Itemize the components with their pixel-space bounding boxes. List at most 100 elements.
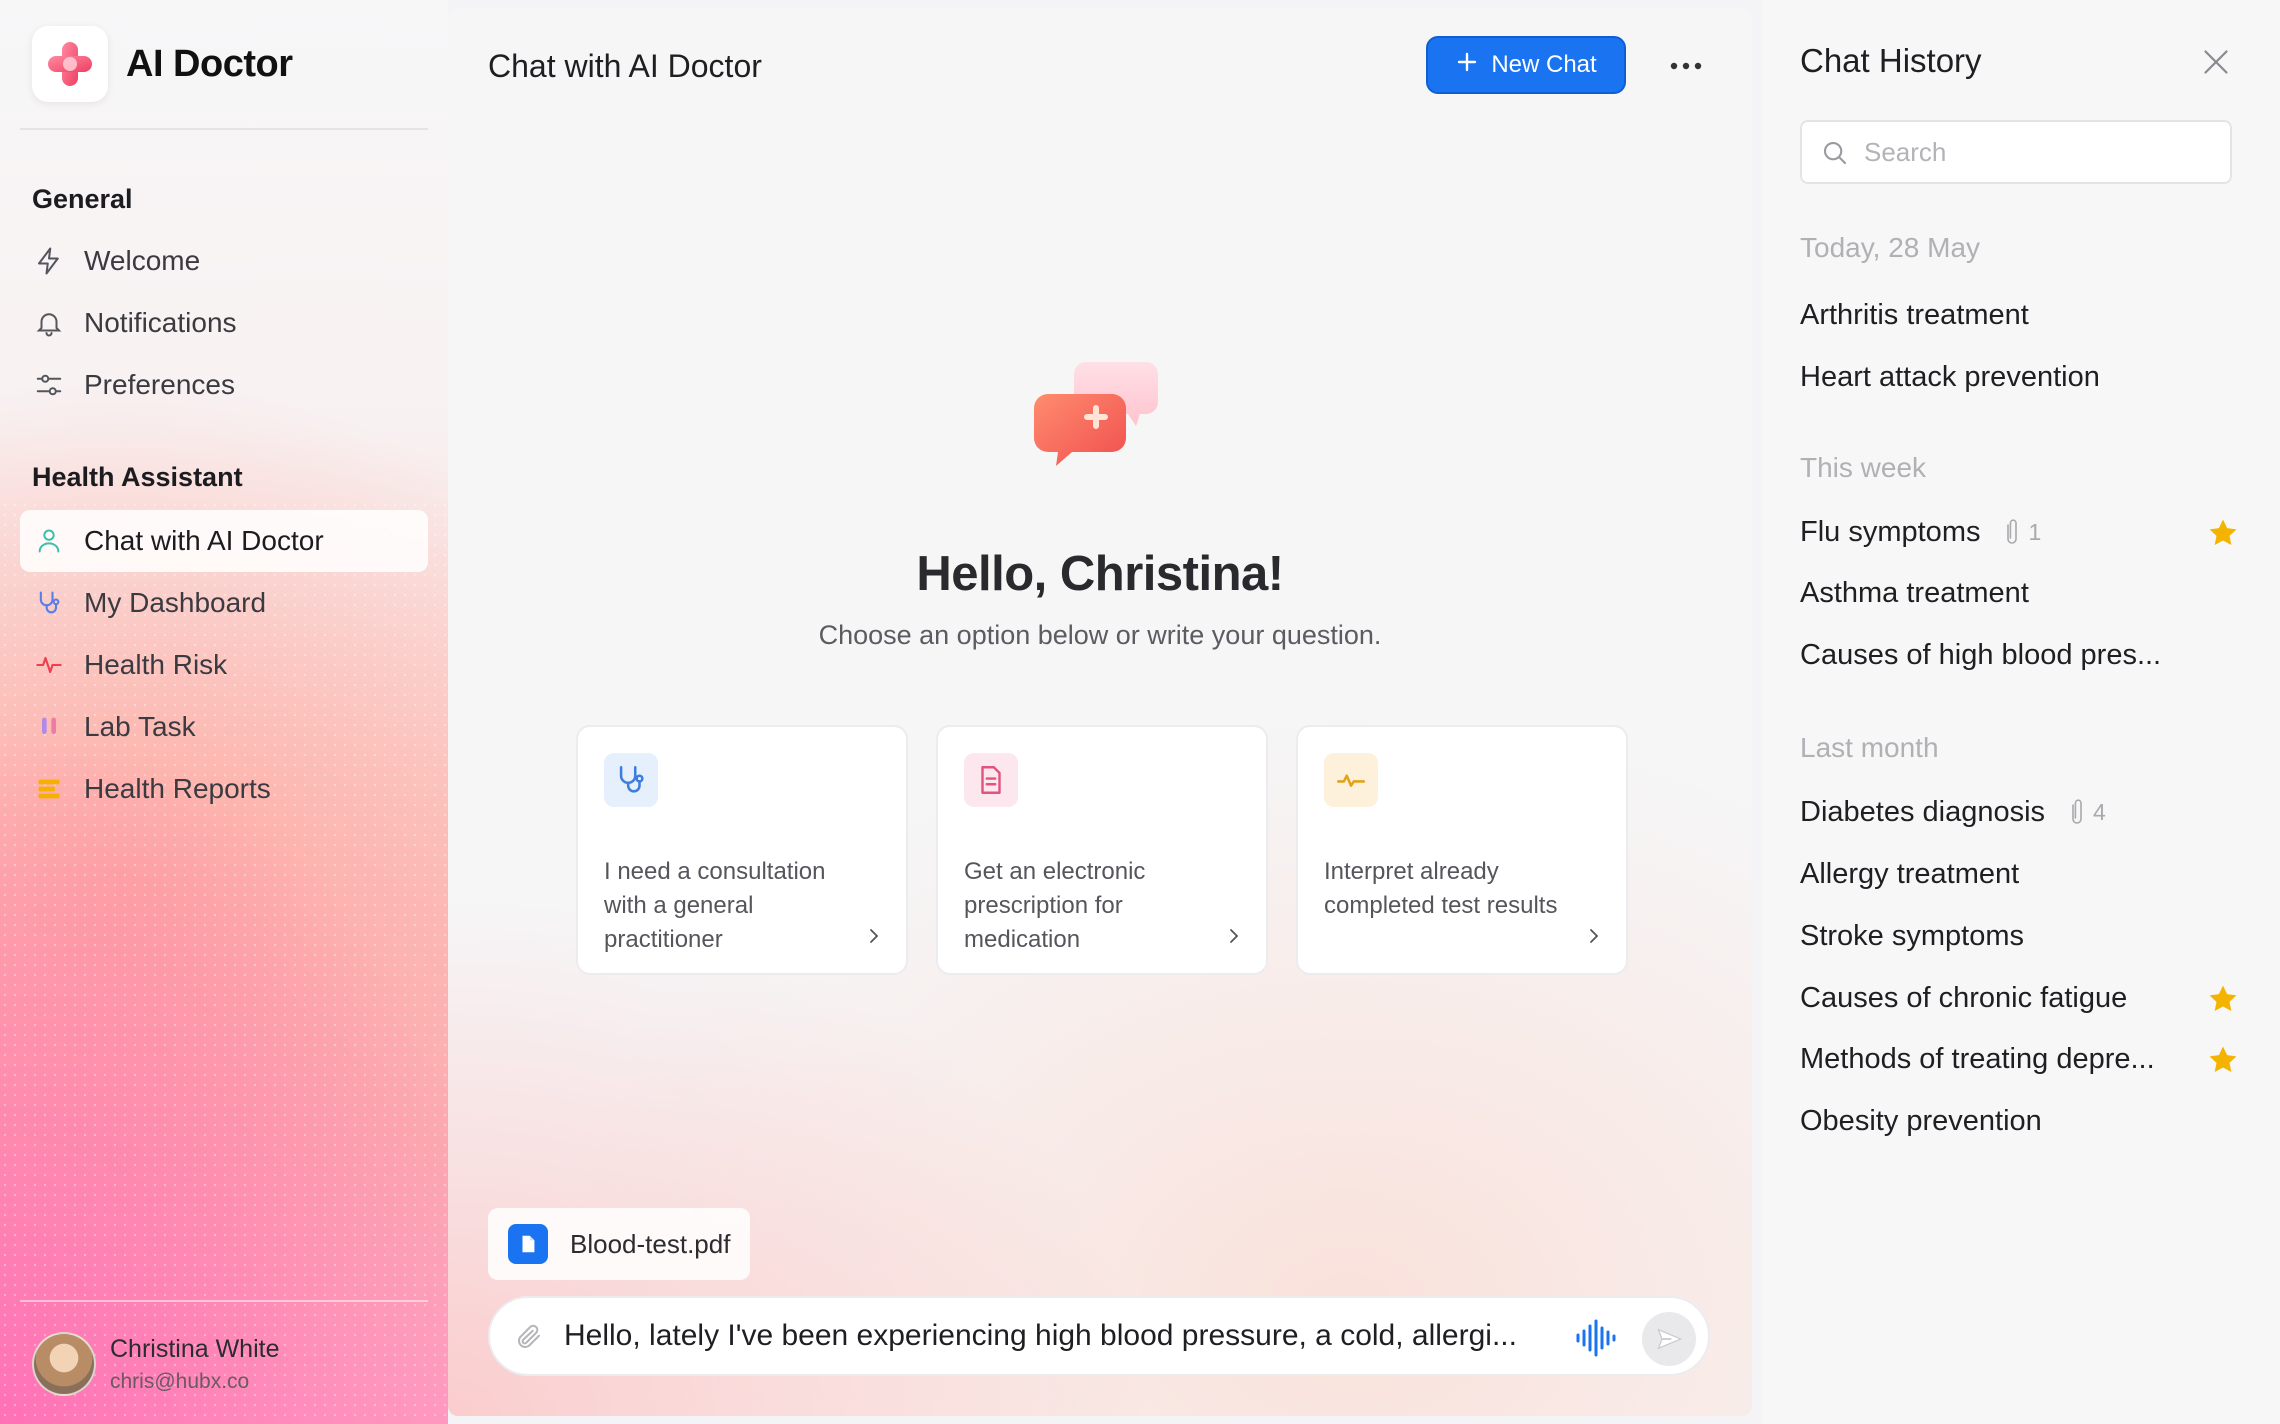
history-item[interactable]: Causes of chronic fatigue [1800,973,2240,1023]
sliders-icon [32,368,66,402]
sidebar-item-notifications[interactable]: Notifications [20,292,428,354]
sidebar-item-label: Lab Task [84,711,196,742]
history-item[interactable]: Flu symptoms 1 [1800,507,2240,557]
search-icon [1820,138,1850,173]
history-item[interactable]: Methods of treating depre... [1800,1034,2240,1084]
divider [20,1300,428,1302]
brand-name: AI Doctor [126,42,293,85]
sidebar-item-label: Welcome [84,245,201,276]
history-item[interactable]: Stroke symptoms [1800,911,2240,961]
document-icon [964,753,1018,807]
star-icon[interactable] [2206,982,2240,1024]
option-card-text: Get an electronic prescription for medic… [964,858,1146,953]
star-icon[interactable] [2206,516,2240,558]
doctor-icon [32,524,66,558]
new-chat-button[interactable]: New Chat [1426,36,1626,94]
option-card-text: Interpret already completed test results [1324,858,1558,919]
report-icon [32,772,66,806]
attached-file-chip[interactable]: Blood-test.pdf [488,1208,751,1280]
attachment-count: 4 [2065,797,2106,827]
chat-bubbles-icon [1032,352,1168,477]
user-name: Christina White [110,1334,280,1363]
option-card-prescription[interactable]: Get an electronic prescription for medic… [936,725,1268,975]
pulse-icon [32,648,66,682]
chevron-right-icon [1584,926,1604,951]
divider [20,128,428,130]
sidebar-item-label: Preferences [84,369,235,400]
lightning-icon [32,244,66,278]
sidebar-item-lab-task[interactable]: Lab Task [20,696,428,758]
sidebar-item-my-dashboard[interactable]: My Dashboard [20,572,428,634]
history-item[interactable]: Heart attack prevention [1800,352,2240,402]
sidebar-item-label: Notifications [84,307,237,338]
history-item[interactable]: Arthritis treatment [1800,290,2240,340]
history-group-label: This week [1800,452,1927,483]
history-item-title: Causes of high blood pres... [1800,638,2162,671]
bell-icon [32,306,66,340]
history-item-title: Methods of treating depre... [1800,1042,2155,1075]
sidebar-item-health-reports[interactable]: Health Reports [20,758,428,820]
sidebar: AI Doctor General Welcome Notifications … [0,0,448,1424]
close-icon[interactable] [2198,44,2234,85]
pulse-icon [1324,753,1378,807]
history-item[interactable]: Asthma treatment [1800,568,2240,618]
history-item[interactable]: Allergy treatment [1800,849,2240,899]
stethoscope-icon [604,753,658,807]
option-card-text: I need a consultation with a general pra… [604,858,826,953]
chevron-right-icon [864,926,884,951]
history-item-title: Stroke symptoms [1800,919,2024,952]
test-tubes-icon [32,710,66,744]
history-item-title: Heart attack prevention [1800,360,2100,393]
history-group-label: Last month [1800,732,1939,763]
history-item[interactable]: Causes of high blood pres... [1800,630,2240,680]
panel-title: Chat History [1800,42,1982,79]
history-group-label: Today, 28 May [1800,232,1981,263]
sidebar-item-label: Health Risk [84,649,228,680]
history-item-title: Arthritis treatment [1800,298,2029,331]
sidebar-item-welcome[interactable]: Welcome [20,230,428,292]
option-card-interpret-results[interactable]: Interpret already completed test results [1296,725,1628,975]
page-title: Chat with AI Doctor [488,48,762,84]
chevron-right-icon [1224,926,1244,951]
plus-icon [1455,50,1479,81]
sidebar-item-health-risk[interactable]: Health Risk [20,634,428,696]
history-item-title: Flu symptoms [1800,515,1981,548]
message-input[interactable]: Hello, lately I've been experiencing hig… [564,1319,1517,1353]
chat-history-panel: Chat History Today, 28 May Arthritis tre… [1762,0,2280,1424]
section-title-health-assistant: Health Assistant [32,462,243,492]
brand[interactable]: AI Doctor [32,26,293,102]
voice-wave-icon[interactable] [1574,1318,1618,1363]
sidebar-item-chat-with-ai-doctor[interactable]: Chat with AI Doctor [20,510,428,572]
brand-logo-icon [32,26,108,102]
stethoscope-icon [32,586,66,620]
sidebar-item-preferences[interactable]: Preferences [20,354,428,416]
greeting-heading: Hello, Christina! [916,547,1284,601]
history-search-field[interactable] [1800,120,2232,184]
option-card-consultation[interactable]: I need a consultation with a general pra… [576,725,908,975]
history-item[interactable]: Obesity prevention [1800,1096,2240,1146]
history-item[interactable]: Diabetes diagnosis 4 [1800,787,2240,837]
history-item-title: Causes of chronic fatigue [1800,981,2128,1014]
star-icon[interactable] [2206,1043,2240,1085]
paperclip-icon[interactable] [514,1322,544,1357]
more-options-icon[interactable] [1666,46,1706,86]
avatar [32,1332,96,1396]
file-icon [508,1224,548,1264]
user-email: chris@hubx.co [110,1369,250,1393]
send-icon [1657,1328,1683,1350]
user-profile[interactable]: Christina White chris@hubx.co [32,1332,280,1396]
section-title-general: General [32,184,133,214]
app-window: AI Doctor General Welcome Notifications … [0,0,2280,1424]
attachment-count: 1 [2000,517,2041,547]
sidebar-item-label: My Dashboard [84,587,267,618]
message-composer[interactable]: Hello, lately I've been experiencing hig… [488,1296,1710,1376]
paperclip-icon [2007,519,2018,544]
send-button[interactable] [1642,1312,1696,1366]
new-chat-label: New Chat [1491,51,1597,78]
history-item-title: Asthma treatment [1800,576,2029,609]
greeting-subtitle: Choose an option below or write your que… [818,620,1382,650]
search-input[interactable] [1864,134,2214,170]
attached-file-name: Blood-test.pdf [570,1228,731,1259]
paperclip-icon [2072,799,2082,824]
sidebar-item-label: Health Reports [84,773,271,804]
